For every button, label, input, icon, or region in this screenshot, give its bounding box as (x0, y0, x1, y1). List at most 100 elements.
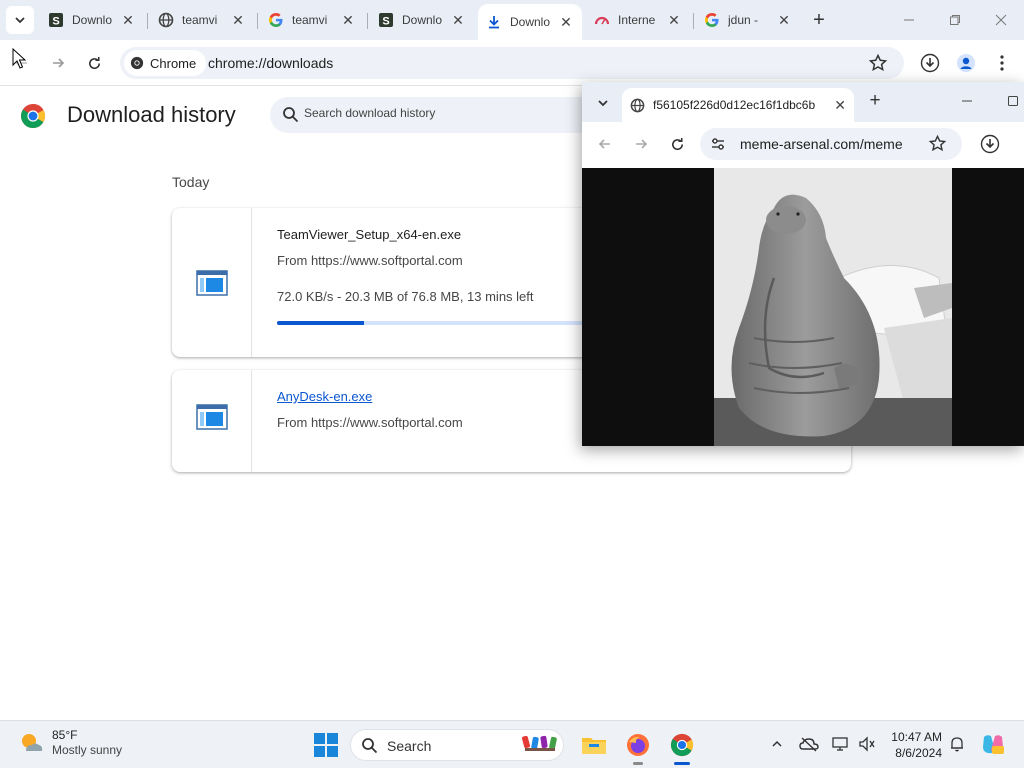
tab-title: teamvi (292, 13, 328, 27)
tab-title: jdun - (728, 13, 759, 27)
tab-softportal-2[interactable]: S Downlo ✕ (370, 6, 474, 34)
popup-new-tab-button[interactable]: + (864, 90, 886, 112)
file-explorer-app[interactable] (578, 729, 610, 761)
forward-button[interactable] (44, 49, 72, 77)
tab-teamviewer-google[interactable]: teamvi ✕ (260, 6, 364, 34)
close-icon[interactable]: ✕ (776, 12, 792, 28)
maximize-icon (1008, 96, 1018, 106)
notifications-button[interactable] (946, 733, 968, 755)
url-text[interactable]: chrome://downloads (208, 55, 333, 71)
download-icon (920, 53, 940, 73)
reload-icon (671, 137, 683, 150)
download-progress-fill (277, 321, 365, 325)
chrome-icon (670, 733, 694, 757)
popup-tab-search-button[interactable] (590, 90, 616, 116)
download-source: From https://www.softportal.com (277, 253, 463, 268)
tab-softportal-1[interactable]: S Downlo ✕ (40, 6, 144, 34)
paint-brushes-icon (521, 735, 557, 751)
mouse-cursor-icon (12, 48, 26, 69)
minimize-button[interactable] (886, 0, 932, 40)
popup-tab-active[interactable]: f56105f226d0d12ec16f1dbc6b ✕ (622, 88, 854, 122)
clock-date: 8/6/2024 (895, 746, 942, 760)
profile-button[interactable] (952, 49, 980, 77)
taskbar-search[interactable]: Search (350, 729, 564, 761)
popup-url-text[interactable]: meme-arsenal.com/meme (740, 136, 903, 152)
download-filename-link[interactable]: AnyDesk-en.exe (277, 389, 372, 404)
exe-file-icon (196, 404, 228, 430)
softportal-icon: S (48, 12, 64, 28)
reload-button[interactable] (80, 49, 108, 77)
download-source: From https://www.softportal.com (277, 415, 463, 430)
close-icon[interactable]: ✕ (120, 12, 136, 28)
minimize-icon (962, 100, 972, 102)
globe-icon (158, 12, 174, 28)
clock-time: 10:47 AM (891, 730, 942, 744)
bell-icon (951, 737, 963, 752)
popup-minimize-button[interactable] (950, 86, 984, 116)
popup-toolbar: meme-arsenal.com/meme (582, 122, 1024, 168)
site-settings-icon[interactable] (710, 136, 726, 152)
popup-tab-strip: f56105f226d0d12ec16f1dbc6b ✕ + (582, 82, 1024, 122)
partly-sunny-icon (22, 734, 43, 751)
tab-teamviewer-1[interactable]: teamvi ✕ (150, 6, 254, 34)
new-tab-button[interactable]: + (807, 8, 831, 32)
search-input[interactable] (304, 106, 584, 120)
download-filename: TeamViewer_Setup_x64-en.exe (277, 227, 462, 242)
show-hidden-icons-button[interactable] (766, 733, 788, 755)
arrow-left-icon (598, 139, 610, 149)
network-tray-icon[interactable] (830, 733, 852, 755)
tab-downloads-active[interactable]: Downlo ✕ (478, 4, 582, 40)
system-clock[interactable]: 10:47 AM 8/6/2024 (884, 729, 942, 761)
windows-start-icon[interactable] (314, 733, 338, 757)
copilot-button[interactable] (980, 733, 1006, 755)
profile-icon (957, 54, 975, 72)
chevron-down-icon (15, 17, 25, 24)
google-icon (704, 12, 720, 28)
close-icon[interactable]: ✕ (666, 12, 682, 28)
onedrive-tray-icon[interactable] (798, 733, 820, 755)
popup-page-content (582, 168, 1024, 446)
popup-address-bar[interactable]: meme-arsenal.com/meme (700, 128, 962, 160)
close-icon[interactable]: ✕ (558, 14, 574, 30)
chrome-app[interactable] (666, 729, 698, 765)
close-icon[interactable]: ✕ (834, 97, 846, 114)
tab-title: Downlo (402, 13, 443, 27)
close-icon[interactable]: ✕ (450, 12, 466, 28)
downloads-button[interactable] (916, 49, 944, 77)
popup-downloads-button[interactable] (976, 130, 1004, 158)
close-window-button[interactable] (978, 0, 1024, 40)
bookmark-star-icon[interactable] (928, 134, 947, 153)
close-icon[interactable]: ✕ (340, 12, 356, 28)
weather-condition: Mostly sunny (52, 743, 123, 757)
chrome-icon (130, 56, 144, 70)
firefox-app[interactable] (622, 729, 654, 765)
arrow-right-icon (53, 58, 65, 68)
volume-tray-icon[interactable] (856, 733, 878, 755)
bookmark-star-icon[interactable] (868, 53, 888, 73)
tab-title: Downlo (510, 15, 551, 29)
close-icon[interactable]: ✕ (230, 12, 246, 28)
site-chip[interactable]: Chrome (124, 50, 207, 76)
download-status: 72.0 KB/s - 20.3 MB of 76.8 MB, 13 mins … (277, 289, 534, 304)
restore-button[interactable] (932, 0, 978, 40)
download-icon (486, 14, 502, 30)
svg-text:S: S (52, 16, 59, 28)
search-icon (283, 107, 299, 123)
tab-search-button[interactable] (6, 6, 34, 34)
popup-reload-button[interactable] (664, 131, 690, 157)
address-bar[interactable]: Chrome chrome://downloads (120, 47, 904, 79)
chrome-logo-icon (21, 104, 46, 129)
search-icon (362, 738, 378, 754)
menu-button[interactable] (988, 49, 1016, 77)
globe-icon (630, 98, 645, 113)
tab-internet-speed[interactable]: Interne ✕ (586, 6, 690, 34)
google-icon (268, 12, 284, 28)
tab-jdun-google[interactable]: jdun - ✕ (696, 6, 800, 34)
popup-forward-button[interactable] (628, 131, 654, 157)
popup-maximize-button[interactable] (996, 86, 1024, 116)
popup-tab-title: f56105f226d0d12ec16f1dbc6b (653, 98, 816, 112)
popup-back-button[interactable] (592, 131, 618, 157)
tab-strip: S Downlo ✕ teamvi ✕ teamvi ✕ S Downlo ✕ … (0, 0, 1024, 40)
weather-widget[interactable]: 85°F Mostly sunny (18, 728, 122, 758)
download-search[interactable] (270, 97, 600, 133)
